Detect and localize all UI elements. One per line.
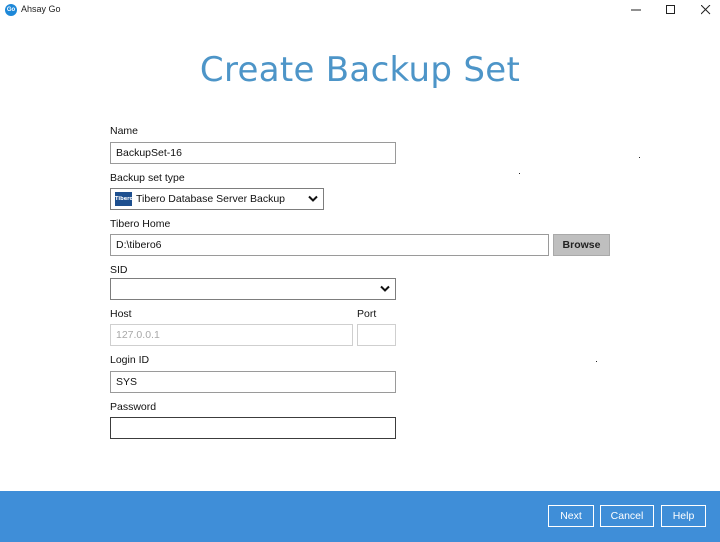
chevron-down-icon — [380, 285, 390, 292]
artifact-dot — [519, 173, 520, 174]
backup-set-type-value: Tibero Database Server Backup — [136, 193, 286, 205]
port-input[interactable] — [357, 324, 396, 346]
title-bar: Go Ahsay Go — [0, 0, 720, 20]
password-input[interactable] — [110, 417, 396, 439]
tibero-home-input[interactable]: D:\tibero6 — [110, 234, 549, 256]
app-logo-icon: Go — [5, 4, 17, 16]
cancel-button[interactable]: Cancel — [600, 505, 654, 527]
help-button[interactable]: Help — [661, 505, 706, 527]
host-input[interactable]: 127.0.0.1 — [110, 324, 353, 346]
window-title: Ahsay Go — [21, 4, 61, 14]
tibero-home-label: Tibero Home — [110, 218, 171, 230]
sid-label: SID — [110, 264, 128, 276]
name-input[interactable]: BackupSet-16 — [110, 142, 396, 164]
backup-set-type-select[interactable]: Tibero Tibero Database Server Backup — [110, 188, 324, 210]
login-id-label: Login ID — [110, 354, 150, 366]
minimize-icon — [631, 9, 641, 11]
browse-button[interactable]: Browse — [553, 234, 610, 256]
backup-set-type-label: Backup set type — [110, 172, 185, 184]
tibero-logo-icon: Tibero — [115, 192, 133, 206]
maximize-icon — [666, 5, 675, 14]
login-id-input[interactable]: SYS — [110, 371, 396, 393]
name-label: Name — [110, 125, 139, 137]
next-button[interactable]: Next — [548, 505, 594, 527]
sid-select[interactable] — [110, 278, 396, 300]
page-title: Create Backup Set — [199, 50, 521, 90]
artifact-dot — [596, 361, 597, 362]
maximize-button[interactable] — [653, 0, 689, 20]
host-label: Host — [110, 308, 132, 320]
minimize-button[interactable] — [618, 0, 654, 20]
password-label: Password — [110, 401, 157, 413]
close-icon — [701, 5, 711, 15]
port-label: Port — [357, 308, 377, 320]
close-button[interactable] — [688, 0, 720, 20]
chevron-down-icon — [308, 195, 318, 202]
artifact-dot — [639, 157, 640, 158]
